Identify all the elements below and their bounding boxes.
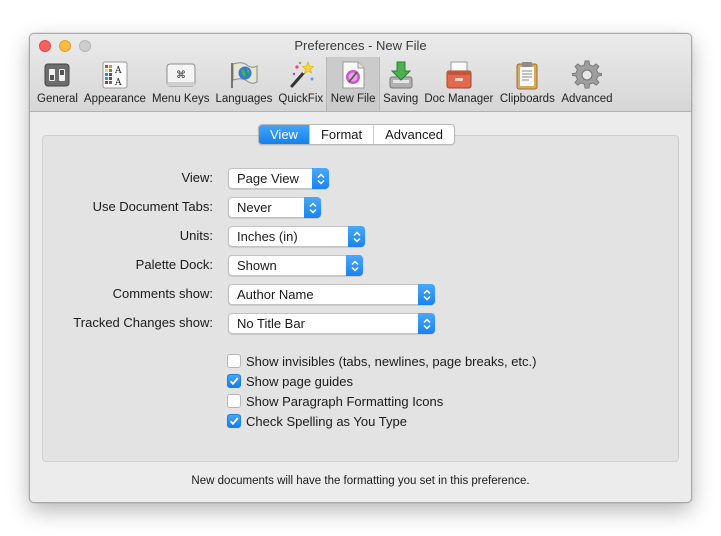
view-label: View: xyxy=(181,170,213,185)
gear-icon xyxy=(563,59,611,91)
svg-text:A: A xyxy=(114,78,122,88)
tab-advanced[interactable]: Advanced xyxy=(373,125,454,144)
magic-wand-icon xyxy=(281,59,321,91)
toolbar-item-label: Appearance xyxy=(83,93,146,105)
check-spelling-label: Check Spelling as You Type xyxy=(246,413,407,429)
tracked-changes-select-value: No Title Bar xyxy=(237,316,305,331)
svg-text:A: A xyxy=(114,66,122,76)
toolbar-item-quickfix[interactable]: QuickFix xyxy=(275,57,326,111)
toolbar-item-clipboards[interactable]: Clipboards xyxy=(496,57,558,111)
toolbar-item-label: Doc Manager xyxy=(424,93,494,105)
show-paragraph-icons-label: Show Paragraph Formatting Icons xyxy=(246,393,444,409)
show-page-guides-checkbox[interactable] xyxy=(227,374,241,388)
title-bar: Preferences - New File General A A Appea… xyxy=(30,34,691,112)
document-tabs-select-value: Never xyxy=(237,200,272,215)
show-invisibles-label: Show invisibles (tabs, newlines, page br… xyxy=(246,353,537,369)
toolbar-item-advanced[interactable]: Advanced xyxy=(558,57,615,111)
units-select-value: Inches (in) xyxy=(237,229,298,244)
clipboard-icon xyxy=(499,59,555,91)
units-label: Units: xyxy=(179,228,213,243)
tracked-changes-label: Tracked Changes show: xyxy=(73,315,213,330)
toolbar-item-label: Saving xyxy=(383,93,419,105)
save-download-icon xyxy=(384,59,418,91)
chevron-up-down-icon xyxy=(304,197,321,218)
check-spelling-checkbox-row[interactable]: Check Spelling as You Type xyxy=(227,412,407,430)
toolbar-item-label: New File xyxy=(330,93,376,105)
show-paragraph-icons-checkbox[interactable] xyxy=(227,394,241,408)
toolbar-item-label: Menu Keys xyxy=(151,93,210,105)
toolbar-item-label: General xyxy=(37,93,78,105)
show-paragraph-icons-checkbox-row[interactable]: Show Paragraph Formatting Icons xyxy=(227,392,443,410)
preferences-window: Preferences - New File General A A Appea… xyxy=(29,33,692,503)
toolbar-item-label: QuickFix xyxy=(278,93,324,105)
tab-segmented-control: View Format Advanced xyxy=(258,124,455,145)
view-select-value: Page View xyxy=(237,171,299,186)
toolbar-item-languages[interactable]: Languages xyxy=(212,57,275,111)
chevron-up-down-icon xyxy=(418,284,435,305)
toolbar-item-label: Languages xyxy=(215,93,273,105)
toolbar-item-label: Clipboards xyxy=(499,93,555,105)
comments-show-select[interactable]: Author Name xyxy=(228,284,435,305)
tab-view[interactable]: View xyxy=(259,125,309,144)
checkmark-icon xyxy=(229,377,239,386)
new-file-icon xyxy=(330,59,376,91)
view-select[interactable]: Page View xyxy=(228,168,329,189)
window-title: Preferences - New File xyxy=(294,38,427,53)
toolbar-item-appearance[interactable]: A A Appearance xyxy=(81,57,149,111)
show-page-guides-checkbox-row[interactable]: Show page guides xyxy=(227,372,353,390)
palette-dock-select-value: Shown xyxy=(237,258,277,273)
show-invisibles-checkbox-row[interactable]: Show invisibles (tabs, newlines, page br… xyxy=(227,352,536,370)
doc-manager-tray-icon xyxy=(426,59,492,91)
chevron-up-down-icon xyxy=(418,313,435,334)
document-tabs-label: Use Document Tabs: xyxy=(92,199,213,214)
document-tabs-select[interactable]: Never xyxy=(228,197,321,218)
toolbar-item-menu-keys[interactable]: ⌘ Menu Keys xyxy=(149,57,213,111)
toolbar-item-doc-manager[interactable]: Doc Manager xyxy=(421,57,496,111)
show-page-guides-label: Show page guides xyxy=(246,373,353,389)
general-switches-icon xyxy=(41,59,73,91)
tab-format[interactable]: Format xyxy=(308,125,373,144)
check-spelling-checkbox[interactable] xyxy=(227,414,241,428)
palette-dock-select[interactable]: Shown xyxy=(228,255,363,276)
palette-dock-label: Palette Dock: xyxy=(135,257,213,272)
toolbar-item-new-file[interactable]: New File xyxy=(326,57,381,111)
comments-show-select-value: Author Name xyxy=(237,287,314,302)
checkmark-icon xyxy=(229,417,239,426)
svg-text:⌘: ⌘ xyxy=(176,70,186,81)
toolbar-item-saving[interactable]: Saving xyxy=(380,57,421,111)
chevron-up-down-icon xyxy=(348,226,365,247)
comments-show-label: Comments show: xyxy=(112,286,213,301)
tracked-changes-select[interactable]: No Title Bar xyxy=(228,313,435,334)
toolbar-item-general[interactable]: General xyxy=(34,57,81,111)
preferences-toolbar: General A A Appearance ⌘ Menu Keys Langu… xyxy=(34,57,616,111)
chevron-up-down-icon xyxy=(346,255,363,276)
units-select[interactable]: Inches (in) xyxy=(228,226,365,247)
toolbar-item-label: Advanced xyxy=(561,93,613,105)
globe-flag-icon xyxy=(219,59,269,91)
chevron-up-down-icon xyxy=(312,168,329,189)
appearance-palette-icon: A A xyxy=(99,59,131,91)
show-invisibles-checkbox[interactable] xyxy=(227,354,241,368)
command-key-icon: ⌘ xyxy=(157,59,205,91)
footer-note: New documents will have the formatting y… xyxy=(191,475,530,487)
